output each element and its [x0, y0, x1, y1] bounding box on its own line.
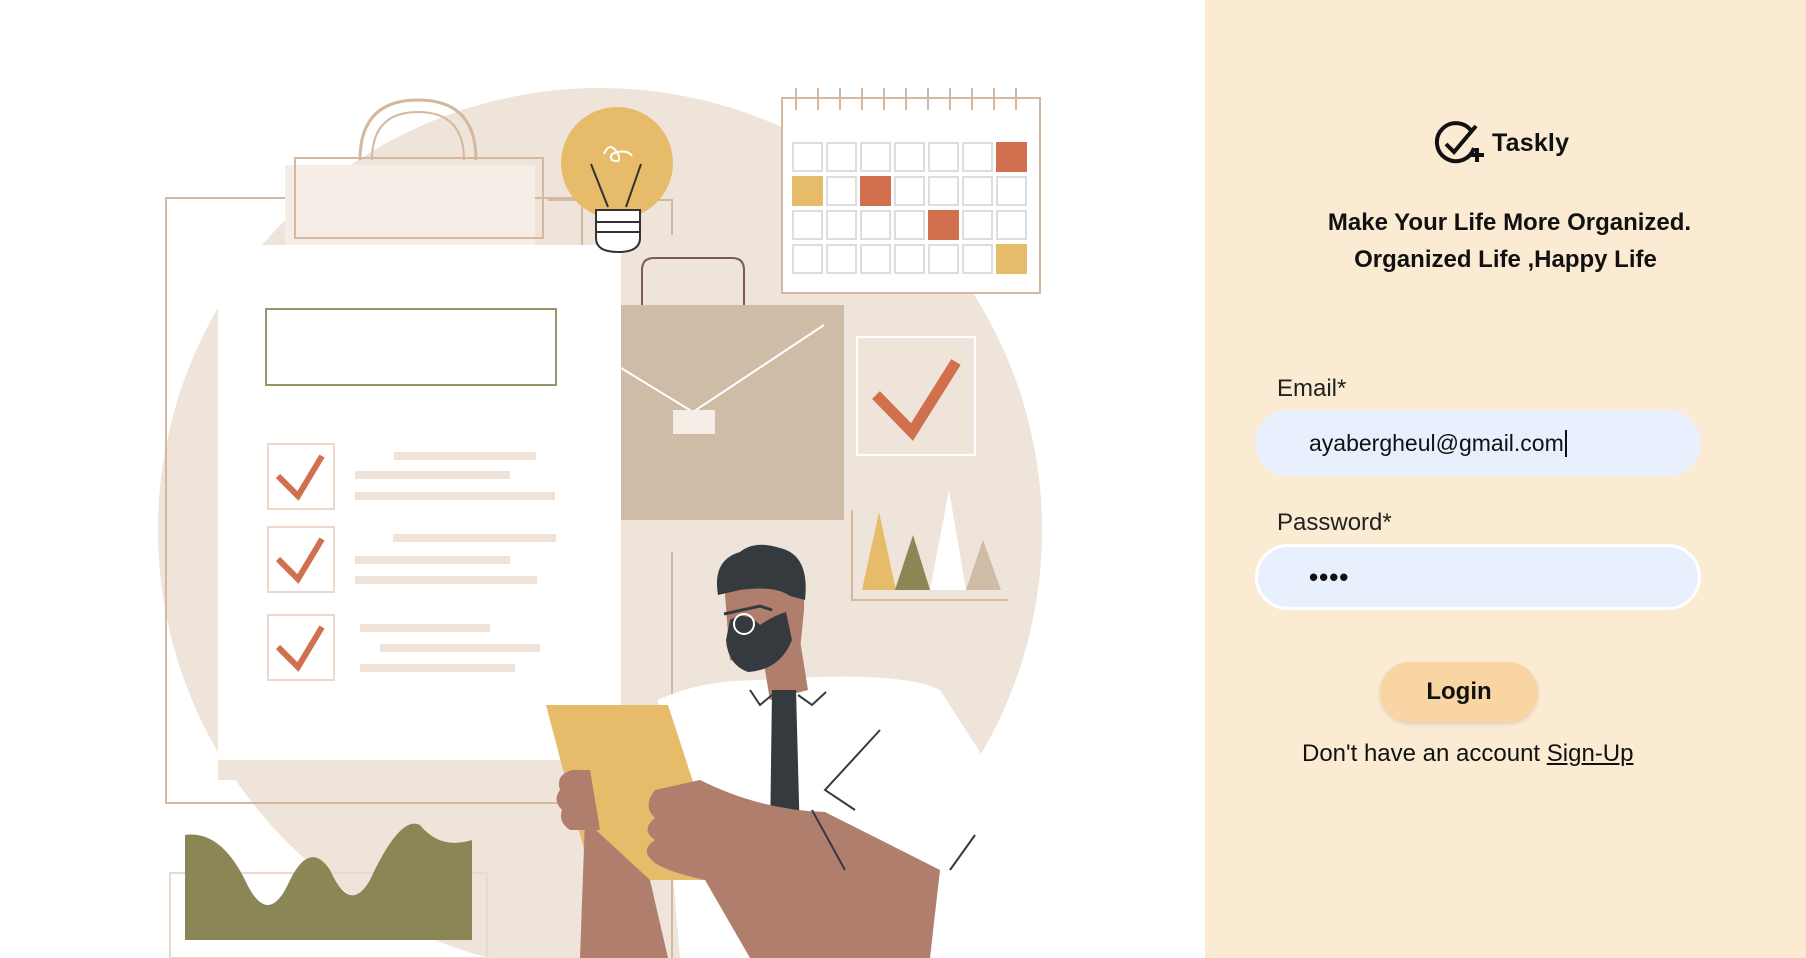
password-field[interactable]: ••••: [1255, 544, 1701, 610]
login-button[interactable]: Login: [1380, 662, 1538, 722]
email-label: Email*: [1277, 375, 1347, 402]
email-value: ayabergheul@gmail.com: [1309, 429, 1564, 456]
password-label: Password*: [1277, 509, 1392, 536]
check-plus-icon: [1432, 118, 1486, 168]
brand-name: Taskly: [1492, 128, 1570, 157]
signup-link[interactable]: Sign-Up: [1547, 740, 1634, 767]
brand-logo: Taskly: [1432, 118, 1569, 168]
login-panel: Taskly Make Your Life More Organized. Or…: [1205, 0, 1806, 958]
signup-row: Don't have an account Sign-Up: [1302, 740, 1633, 768]
calendar: [781, 88, 1041, 294]
tagline: Make Your Life More Organized. Organized…: [1205, 204, 1806, 278]
tagline-line-2: Organized Life ,Happy Life: [1354, 246, 1657, 273]
password-value: ••••: [1309, 561, 1350, 592]
tagline-line-1: Make Your Life More Organized.: [1327, 209, 1692, 236]
text-caret: [1564, 429, 1567, 457]
check-card: [856, 336, 976, 456]
hero-illustration: [0, 0, 1205, 958]
signup-prompt: Don't have an account: [1302, 740, 1547, 767]
email-field[interactable]: ayabergheul@gmail.com: [1255, 410, 1701, 476]
